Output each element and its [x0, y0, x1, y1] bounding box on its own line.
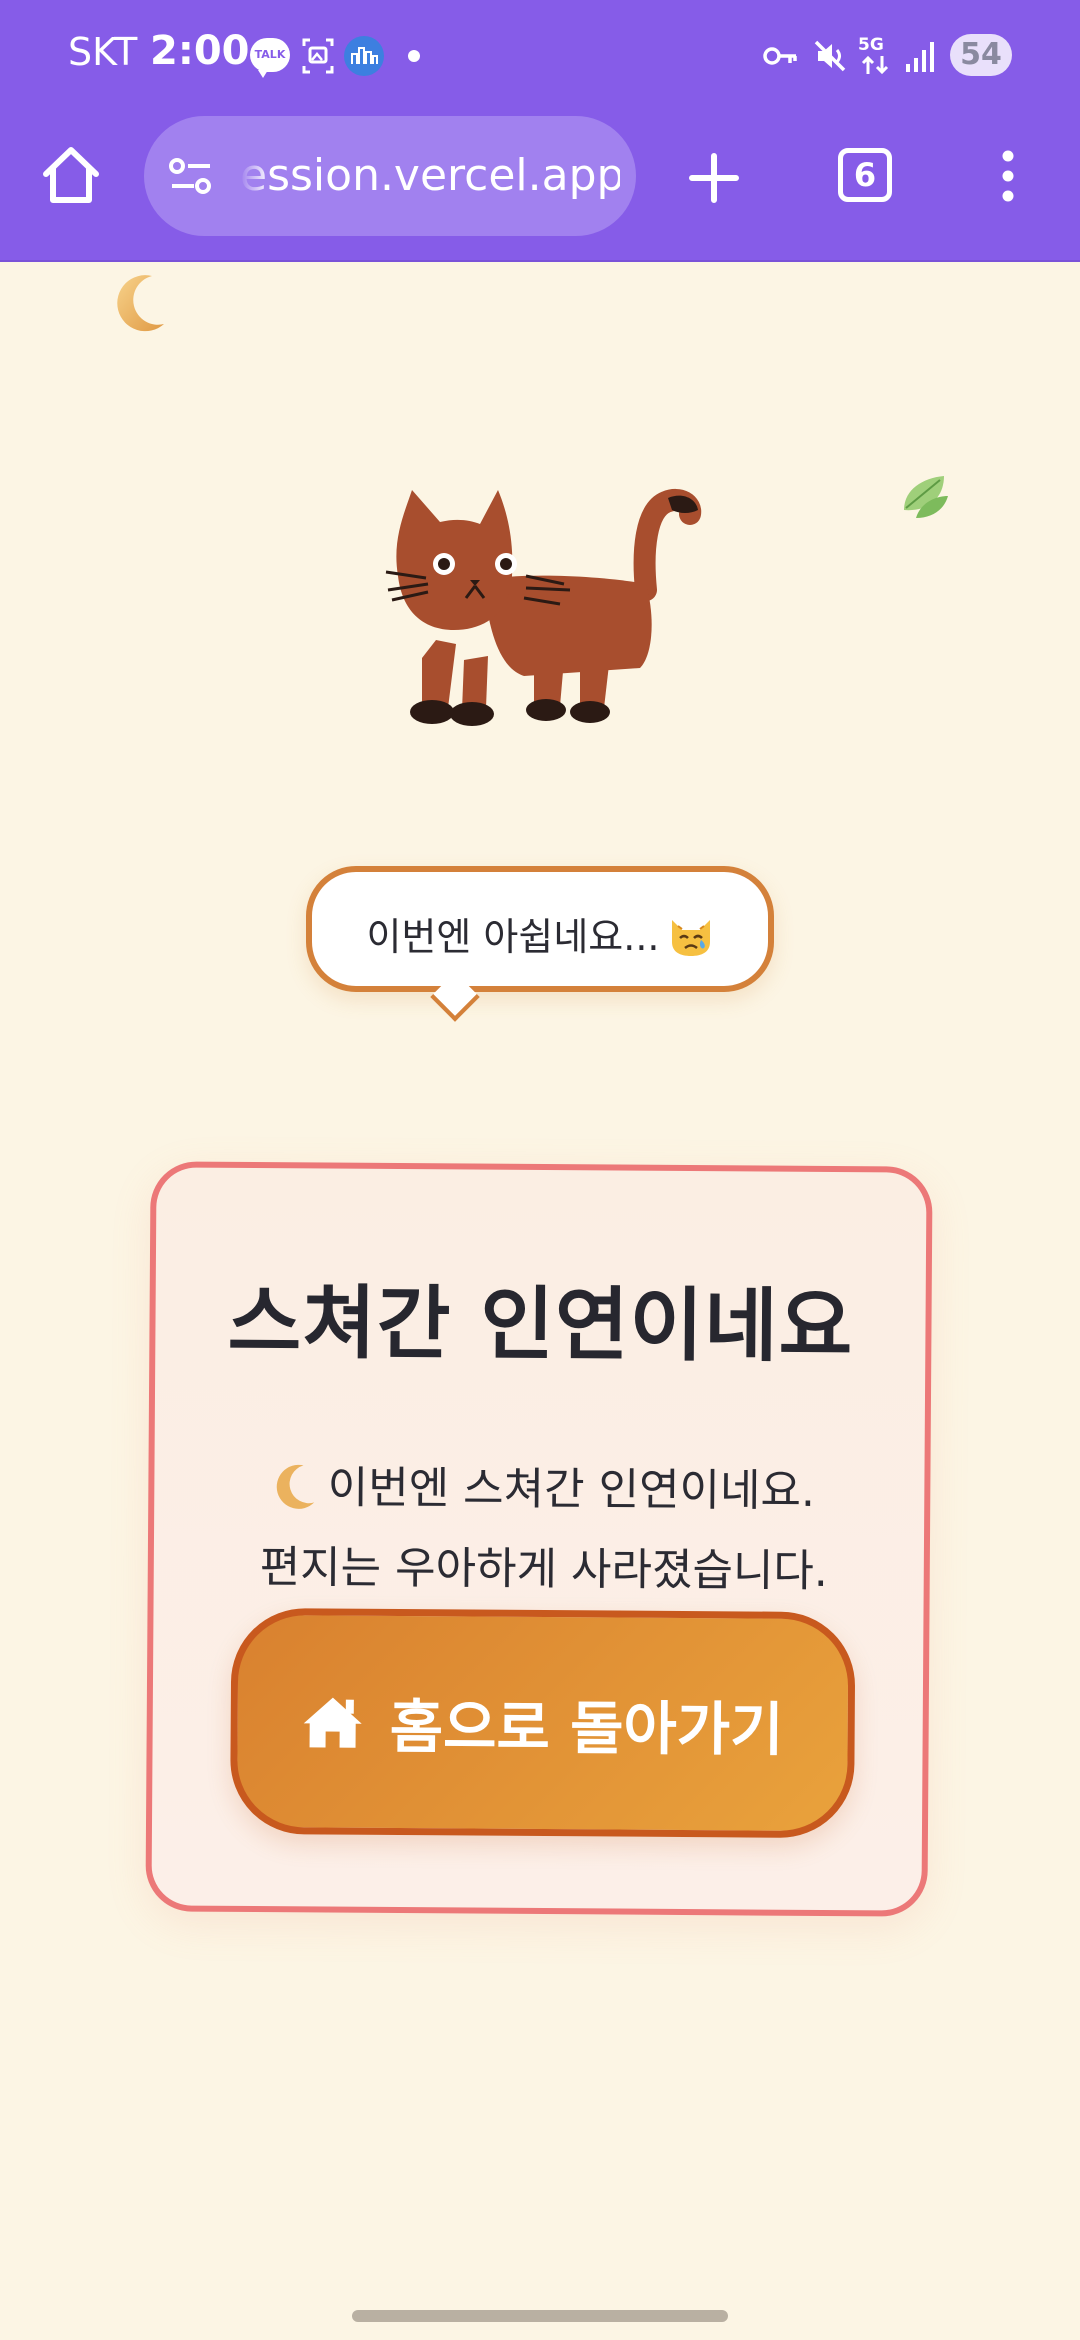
message-line-1: 이번엔 스쳐간 인연이네요.	[194, 1448, 895, 1533]
site-settings-icon[interactable]	[168, 156, 214, 196]
tab-count: 6	[853, 156, 877, 194]
battery-icon: 54	[950, 34, 1012, 76]
more-vert-icon[interactable]	[990, 146, 1026, 206]
status-time: 2:00	[150, 28, 250, 74]
signal-icon	[906, 42, 934, 72]
talk-icon: TALK	[250, 38, 290, 78]
message-line-1-text: 이번엔 스쳐간 인연이네요.	[327, 1462, 816, 1517]
carrier-label: SKT	[68, 30, 138, 74]
house-icon	[303, 1697, 362, 1748]
speech-bubble: 이번엔 아쉽네요...	[306, 866, 774, 1022]
speech-label: 이번엔 아쉽네요...	[366, 915, 660, 959]
data-arrows-icon	[861, 55, 889, 75]
go-home-label: 홈으로 돌아가기	[389, 1692, 784, 1764]
vpn-key-icon	[763, 47, 797, 65]
message-line-2: 편지는 우아하게 사라졌습니다.	[259, 1542, 829, 1598]
card-title: 스쳐간 인연이네요	[227, 1275, 854, 1374]
screenshot-icon	[302, 38, 334, 74]
plus-icon[interactable]	[684, 148, 744, 208]
browser-toolbar: ession.vercel.app 6	[0, 112, 1080, 262]
tabs-icon[interactable]: 6	[838, 148, 892, 202]
result-card: 스쳐간 인연이네요 이번엔 스쳐간 인연이네요. 편지는 우아하게 사라졌습니다…	[145, 1161, 933, 1917]
go-home-button[interactable]: 홈으로 돌아가기	[229, 1607, 856, 1839]
screen: SKT 2:00 TALK 5G 54 ession.vercel.app 6 …	[0, 0, 1080, 2340]
crying-cat-emoji	[671, 920, 710, 956]
network-label: 5G	[858, 35, 884, 55]
home-icon[interactable]	[38, 142, 104, 208]
url-text[interactable]: ession.vercel.app	[240, 150, 620, 201]
status-bar: SKT 2:00 TALK 5G 54	[0, 0, 1080, 112]
dot-icon	[408, 50, 420, 62]
speech-bubble-tail	[430, 972, 480, 1022]
card-message: 이번엔 스쳐간 인연이네요. 편지는 우아하게 사라졌습니다.	[194, 1448, 895, 1613]
cat-illustration	[385, 488, 702, 726]
moon-icon	[277, 1464, 315, 1509]
moon-icon	[117, 275, 164, 332]
url-bar[interactable]: ession.vercel.app	[144, 116, 636, 236]
5g-icon: 5G	[858, 36, 894, 76]
gesture-bar[interactable]	[352, 2310, 728, 2322]
mute-icon	[814, 40, 846, 72]
leaf-icon	[904, 476, 948, 518]
city-app-icon	[344, 36, 384, 76]
speech-text: 이번엔 아쉽네요...	[312, 906, 768, 961]
